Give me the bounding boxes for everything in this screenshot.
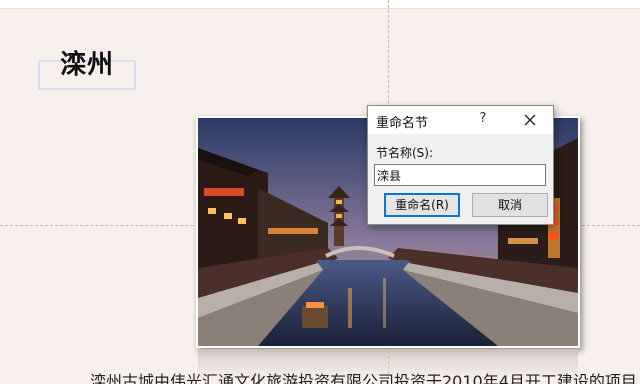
close-icon xyxy=(524,114,536,126)
help-button[interactable]: ? xyxy=(476,111,490,127)
section-name-input[interactable] xyxy=(374,164,546,186)
dialog-title: 重命名节 xyxy=(376,116,429,131)
cancel-button[interactable]: 取消 xyxy=(472,193,548,217)
rename-section-dialog: 重命名节 ? 节名称(S): 重命名(R) 取消 xyxy=(367,105,554,225)
dialog-titlebar[interactable]: 重命名节 ? xyxy=(368,106,553,134)
rename-button[interactable]: 重命名(R) xyxy=(384,193,460,217)
slide-canvas[interactable]: 滦州 滦州古城由伟光汇通文化旅游投资有限公司投资于2010年4月开工建设的项目 … xyxy=(0,0,640,384)
slide-body-text[interactable]: 滦州古城由伟光汇通文化旅游投资有限公司投资于2010年4月开工建设的项目 xyxy=(90,368,637,384)
slide-top-edge xyxy=(0,0,640,9)
section-name-label: 节名称(S): xyxy=(376,146,434,160)
close-button[interactable] xyxy=(520,110,540,130)
slide-title[interactable]: 滦州 xyxy=(60,44,114,81)
